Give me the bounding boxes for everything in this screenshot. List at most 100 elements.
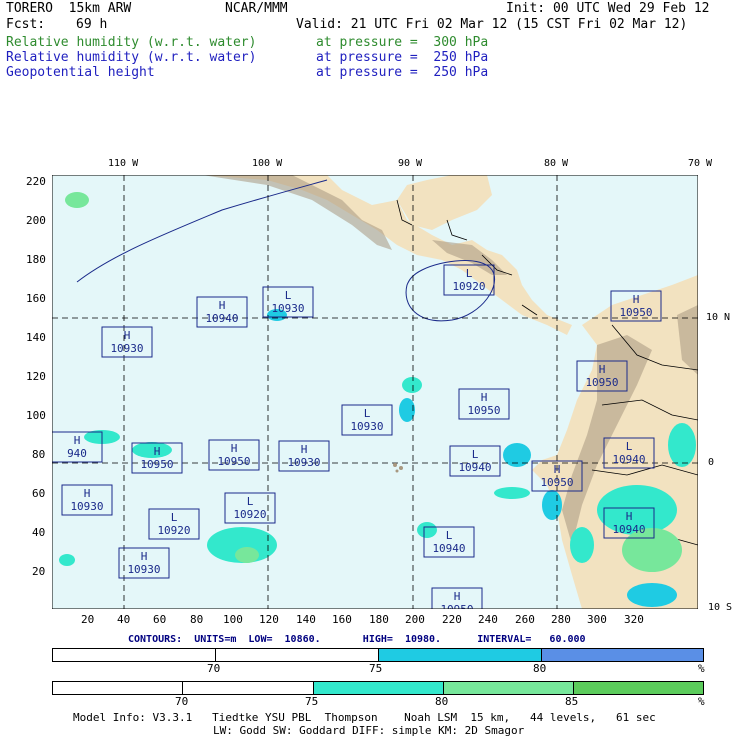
valid-time: Valid: 21 UTC Fri 02 Mar 12 (15 CST Fri … (296, 17, 688, 32)
x-tick: 40 (117, 613, 131, 626)
lat-label-10n: 10 N (706, 312, 731, 323)
label-value: 10940 (432, 542, 465, 555)
y-tick: 120 (26, 370, 46, 383)
lat-label-10s: 10 S (708, 602, 733, 613)
field-3-level: at pressure = 250 hPa (316, 65, 489, 80)
label-value: 10930 (110, 342, 143, 355)
label-type: H (633, 293, 640, 306)
weather-map: L 10920 H 10940 L 10930 H 10950 H 10950 H 10950 L 109… (51, 174, 699, 619)
field-2-level: at pressure = 250 hPa (316, 50, 489, 65)
colorbar-250-label: 80 (533, 662, 547, 675)
lon-label-100w: 100 W (252, 158, 283, 169)
contours-info: CONTOURS: UNITS=m LOW= 10860. HIGH= 1098… (128, 634, 586, 645)
y-tick: 40 (32, 526, 46, 539)
x-tick: 140 (296, 613, 316, 626)
label-value: 10950 (467, 404, 500, 417)
colorbar-segment (53, 682, 183, 694)
x-tick: 220 (442, 613, 462, 626)
forecast-label: Fcst: (6, 17, 46, 32)
label-type: H (231, 442, 238, 455)
colorbar-300-label: % (698, 695, 705, 708)
colorbar-250-label: % (698, 662, 705, 675)
colorbar-segment (314, 682, 444, 694)
y-tick: 160 (26, 292, 46, 305)
y-tick: 180 (26, 253, 46, 266)
label-value: 10930 (70, 500, 103, 513)
label-value: 10920 (157, 524, 190, 537)
x-tick: 280 (551, 613, 571, 626)
x-tick: 240 (478, 613, 498, 626)
colorbar-segment (183, 682, 314, 694)
label-value: 940 (67, 447, 87, 460)
label-value: 10950 (540, 476, 573, 489)
label-type: H (84, 487, 91, 500)
colorbar-segment (542, 649, 703, 661)
x-tick: 60 (153, 613, 167, 626)
colorbar-segment (574, 682, 703, 694)
colorbar-300-label: 85 (565, 695, 579, 708)
label-type: H (599, 363, 606, 376)
physics-info: LW: Godd SW: Goddard DIFF: simple KM: 2D… (213, 724, 525, 737)
colorbar-segment (216, 649, 379, 661)
map-canvas: L10920H10940L10930H10950H10950H10950L109… (51, 174, 699, 619)
init-time: Init: 00 UTC Wed 29 Feb 12 (506, 1, 710, 16)
x-tick: 80 (190, 613, 204, 626)
x-tick: 260 (515, 613, 535, 626)
forecast-hour: 69 h (76, 17, 108, 32)
label-type: L (626, 440, 633, 453)
colorbar-300hpa (52, 681, 704, 695)
label-value: 10940 (612, 453, 645, 466)
x-tick: 120 (259, 613, 279, 626)
label-value: 10950 (585, 376, 618, 389)
label-value: 10950 (440, 603, 473, 609)
label-value: 10950 (619, 306, 652, 319)
lon-label-90w: 90 W (398, 158, 423, 169)
label-value: 10930 (271, 302, 304, 315)
colorbar-segment (444, 682, 574, 694)
label-value: 10920 (233, 508, 266, 521)
label-type: H (154, 445, 161, 458)
label-value: 10940 (612, 523, 645, 536)
label-value: 10920 (452, 280, 485, 293)
label-type: L (364, 407, 371, 420)
label-value: 10940 (458, 461, 491, 474)
y-tick: 200 (26, 214, 46, 227)
field-3-name: Geopotential height (6, 65, 155, 80)
x-tick: 200 (405, 613, 425, 626)
lon-label-110w: 110 W (108, 158, 139, 169)
label-type: H (301, 443, 308, 456)
label-type: H (626, 510, 633, 523)
colorbar-300-label: 70 (175, 695, 189, 708)
label-type: L (171, 511, 178, 524)
label-type: H (124, 329, 131, 342)
label-type: H (454, 590, 461, 603)
colorbar-250hpa (52, 648, 704, 662)
colorbar-segment (379, 649, 542, 661)
x-tick: 160 (332, 613, 352, 626)
lon-label-80w: 80 W (544, 158, 569, 169)
label-value: 10930 (287, 456, 320, 469)
lon-label-70w: 70 W (688, 158, 713, 169)
colorbar-segment (53, 649, 216, 661)
org-label: NCAR/MMM (225, 1, 288, 16)
y-tick: 140 (26, 331, 46, 344)
model-info: Model Info: V3.3.1 Tiedtke YSU PBL Thomp… (73, 711, 656, 724)
lat-label-0: 0 (708, 457, 715, 468)
y-tick: 220 (26, 175, 46, 188)
label-value: 10950 (217, 455, 250, 468)
colorbar-300-label: 80 (435, 695, 449, 708)
y-tick: 100 (26, 409, 46, 422)
label-type: L (285, 289, 292, 302)
colorbar-300-label: 75 (305, 695, 319, 708)
label-type: L (247, 495, 254, 508)
field-2-name: Relative humidity (w.r.t. water) (6, 50, 257, 65)
label-type: L (472, 448, 479, 461)
y-tick: 80 (32, 448, 46, 461)
label-type: H (219, 299, 226, 312)
x-tick: 100 (223, 613, 243, 626)
y-tick: 60 (32, 487, 46, 500)
label-type: L (466, 267, 473, 280)
label-value: 10930 (127, 563, 160, 576)
field-1-name: Relative humidity (w.r.t. water) (6, 35, 257, 50)
field-1-level: at pressure = 300 hPa (316, 35, 489, 50)
